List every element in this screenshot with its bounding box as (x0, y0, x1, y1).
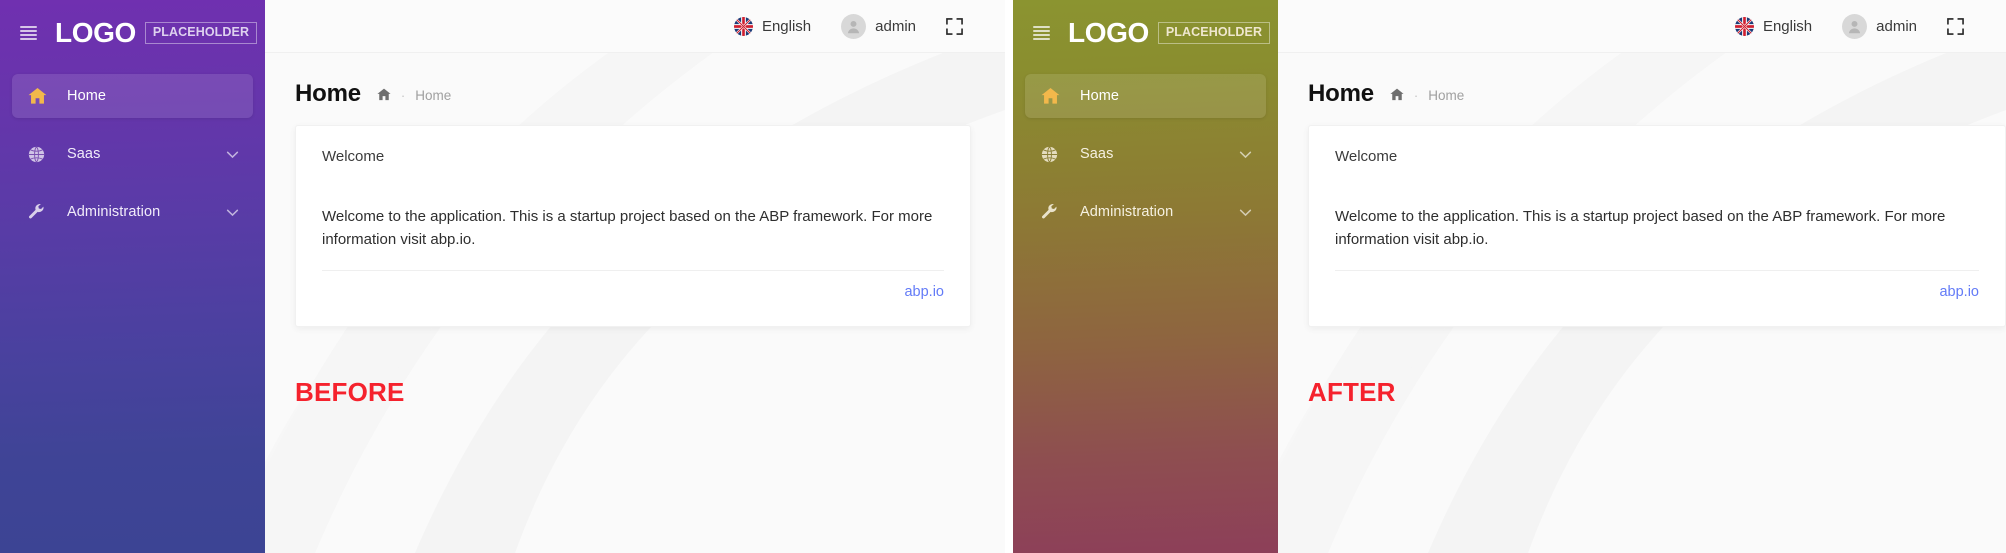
before-panel: LOGO PLACEHOLDER Home Saas Administratio… (0, 0, 1005, 553)
language-label: English (761, 17, 812, 35)
card-body-text: Welcome to the application. This is a st… (322, 208, 933, 249)
welcome-card-after: Welcome Welcome to the application. This… (1308, 125, 2006, 327)
language-selector[interactable]: English (1734, 16, 1813, 36)
chevron-down-icon[interactable] (1239, 206, 1252, 219)
sidebar-header: LOGO PLACEHOLDER (1013, 0, 1278, 66)
card-title: Welcome (1335, 148, 1398, 165)
language-label: English (1762, 17, 1813, 35)
panel-divider (1005, 0, 1013, 553)
breadcrumb-separator: · (1413, 87, 1419, 103)
content-area-after: English admin Home · Home Welcome Welcom… (1278, 0, 2006, 553)
breadcrumb-separator: · (400, 87, 406, 103)
user-label: admin (875, 17, 916, 35)
chevron-down-icon[interactable] (226, 206, 239, 219)
breadcrumb: · Home (377, 88, 451, 103)
logo-text: LOGO (1068, 17, 1149, 48)
sidebar-item-administration[interactable]: Administration (1025, 190, 1266, 234)
page-header-before: Home · Home (265, 53, 1005, 108)
sidebar-item-label: Home (67, 88, 107, 104)
wrench-icon (28, 203, 54, 221)
sidebar-nav: Home Saas Administration (1013, 66, 1278, 234)
chevron-down-icon[interactable] (226, 148, 239, 161)
sidebar-header: LOGO PLACEHOLDER (0, 0, 265, 66)
abp-io-link[interactable]: abp.io (1939, 284, 1979, 300)
uk-flag-icon (1734, 16, 1754, 36)
page-header-after: Home · Home (1278, 53, 2006, 108)
card-title: Welcome (322, 148, 385, 165)
topbar-before: English admin (265, 0, 1005, 53)
sidebar-nav: Home Saas Administration (0, 66, 265, 234)
uk-flag-icon (733, 16, 753, 36)
user-menu[interactable]: admin (1842, 13, 1917, 39)
avatar-icon (841, 13, 867, 39)
sidebar-item-saas[interactable]: Saas (1025, 132, 1266, 176)
sidebar-item-label: Home (1080, 88, 1120, 104)
sidebar-item-saas[interactable]: Saas (12, 132, 253, 176)
sidebar-item-home[interactable]: Home (12, 74, 253, 118)
logo-placeholder-badge: PLACEHOLDER (144, 22, 258, 44)
home-icon (1041, 87, 1067, 105)
chevron-down-icon[interactable] (1239, 148, 1252, 161)
card-footer: abp.io (1335, 271, 1979, 300)
topbar-after: English admin (1278, 0, 2006, 53)
home-icon[interactable] (377, 88, 391, 102)
fullscreen-icon[interactable] (1947, 17, 1964, 35)
user-menu[interactable]: admin (841, 13, 916, 39)
logo[interactable]: LOGO PLACEHOLDER (55, 17, 258, 48)
logo[interactable]: LOGO PLACEHOLDER (1068, 17, 1271, 48)
globe-icon (28, 146, 54, 163)
welcome-card-before: Welcome Welcome to the application. This… (295, 125, 971, 327)
hamburger-icon[interactable] (20, 26, 37, 40)
hamburger-icon[interactable] (1033, 26, 1050, 40)
sidebar-item-administration[interactable]: Administration (12, 190, 253, 234)
page-title: Home (1308, 80, 1374, 107)
comparison-stage: LOGO PLACEHOLDER Home Saas Administratio… (0, 0, 2006, 553)
sidebar-item-label: Saas (1080, 146, 1114, 162)
sidebar-item-label: Administration (1080, 204, 1174, 220)
after-stamp-label: AFTER (1308, 376, 1396, 407)
globe-icon (1041, 146, 1067, 163)
abp-io-link[interactable]: abp.io (904, 284, 944, 300)
card-footer: abp.io (322, 271, 944, 300)
home-icon (28, 87, 54, 105)
fullscreen-icon[interactable] (946, 17, 963, 35)
page-title: Home (295, 80, 361, 107)
sidebar-before: LOGO PLACEHOLDER Home Saas Administratio… (0, 0, 265, 553)
sidebar-item-label: Saas (67, 146, 101, 162)
breadcrumb-current: Home (415, 87, 452, 103)
home-icon[interactable] (1390, 88, 1404, 102)
language-selector[interactable]: English (733, 16, 812, 36)
logo-text: LOGO (55, 17, 136, 48)
sidebar-after: LOGO PLACEHOLDER Home Saas Administratio… (1013, 0, 1278, 553)
wrench-icon (1041, 203, 1067, 221)
sidebar-item-label: Administration (67, 204, 161, 220)
breadcrumb: · Home (1390, 88, 1464, 103)
sidebar-item-home[interactable]: Home (1025, 74, 1266, 118)
avatar-icon (1842, 13, 1868, 39)
breadcrumb-current: Home (1428, 87, 1465, 103)
user-label: admin (1876, 17, 1917, 35)
content-area-before: English admin Home · Home Welcome Welcom… (265, 0, 1005, 553)
before-stamp-label: BEFORE (295, 376, 405, 407)
logo-placeholder-badge: PLACEHOLDER (1157, 22, 1271, 44)
card-body-text: Welcome to the application. This is a st… (1335, 208, 1946, 249)
after-panel: LOGO PLACEHOLDER Home Saas Administratio… (1013, 0, 2006, 553)
